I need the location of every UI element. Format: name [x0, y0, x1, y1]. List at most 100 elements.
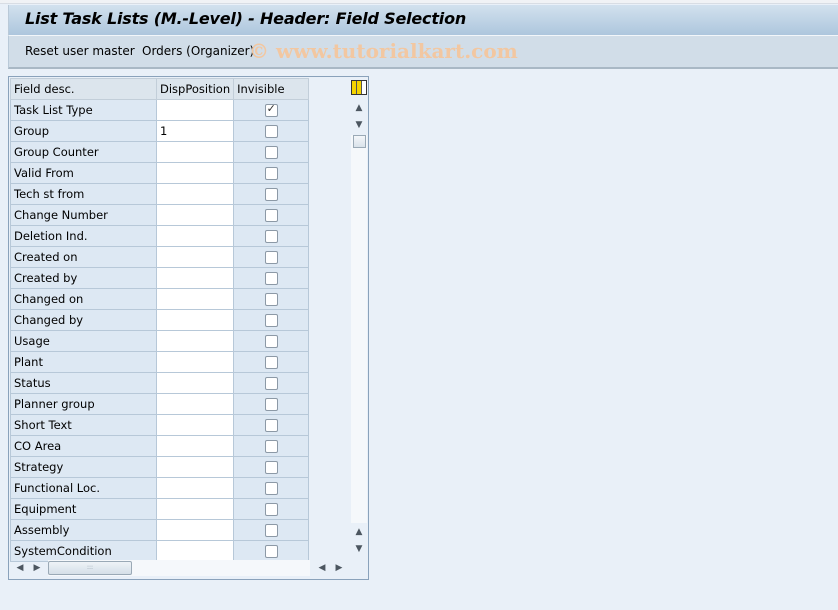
column-header-invisible[interactable]: Invisible: [233, 78, 310, 100]
invisible-cell: [233, 120, 310, 142]
field-desc-cell: Planner group: [10, 393, 157, 415]
disp-position-input[interactable]: [155, 141, 235, 163]
table-row: Valid From: [10, 162, 310, 184]
vertical-scroll-thumb[interactable]: [353, 135, 366, 148]
invisible-checkbox[interactable]: [264, 398, 278, 411]
table-row: Usage: [10, 330, 310, 352]
column-header-field-desc[interactable]: Field desc.: [10, 78, 157, 100]
field-desc-cell: Functional Loc.: [10, 477, 157, 499]
invisible-checkbox[interactable]: [264, 125, 278, 138]
disp-position-input[interactable]: [155, 477, 235, 499]
scroll-down-icon[interactable]: ▼: [351, 117, 367, 133]
invisible-cell: [233, 267, 310, 289]
invisible-cell: [233, 393, 310, 415]
disp-position-input[interactable]: [155, 204, 235, 226]
horizontal-scroll-track[interactable]: :::: [48, 560, 310, 576]
field-desc-cell: Status: [10, 372, 157, 394]
column-header-disp-position[interactable]: DispPosition: [155, 78, 235, 100]
invisible-cell: [233, 246, 310, 268]
invisible-cell: [233, 183, 310, 205]
table-row: Assembly: [10, 519, 310, 541]
invisible-checkbox[interactable]: [264, 545, 278, 558]
invisible-checkbox[interactable]: [264, 146, 278, 159]
field-desc-cell: Task List Type: [10, 99, 157, 121]
table-row: Short Text: [10, 414, 310, 436]
invisible-checkbox[interactable]: [264, 167, 278, 180]
field-desc-cell: Deletion Ind.: [10, 225, 157, 247]
orders-organizer-button[interactable]: Orders (Organizer): [142, 44, 254, 58]
invisible-checkbox[interactable]: [264, 419, 278, 432]
disp-position-input[interactable]: [155, 393, 235, 415]
field-desc-cell: Changed on: [10, 288, 157, 310]
scroll-page-up-icon[interactable]: ▲: [351, 524, 367, 540]
invisible-checkbox[interactable]: [264, 209, 278, 222]
invisible-checkbox[interactable]: [264, 272, 278, 285]
scroll-right-fixed-icon[interactable]: ▶: [332, 560, 346, 576]
invisible-cell: [233, 351, 310, 373]
horizontal-scrollbar[interactable]: ◀ ▶ ::: ◀ ▶: [10, 559, 350, 577]
disp-position-input[interactable]: [155, 267, 235, 289]
invisible-checkbox[interactable]: [264, 335, 278, 348]
field-desc-cell: Assembly: [10, 519, 157, 541]
invisible-checkbox[interactable]: [264, 440, 278, 453]
invisible-cell: [233, 309, 310, 331]
disp-position-input[interactable]: [155, 414, 235, 436]
invisible-checkbox[interactable]: [264, 314, 278, 327]
invisible-checkbox[interactable]: [264, 293, 278, 306]
invisible-checkbox[interactable]: [264, 524, 278, 537]
scroll-right-icon[interactable]: ▶: [30, 560, 44, 576]
watermark: © www.tutorialkart.com: [249, 39, 518, 63]
disp-position-input[interactable]: [155, 330, 235, 352]
vertical-scroll-track[interactable]: [351, 135, 367, 523]
disp-position-input[interactable]: [155, 183, 235, 205]
field-desc-cell: CO Area: [10, 435, 157, 457]
reset-user-master-button[interactable]: Reset user master: [25, 44, 135, 58]
disp-position-input[interactable]: [155, 351, 235, 373]
field-desc-cell: Created on: [10, 246, 157, 268]
window-top-border: [0, 0, 838, 4]
field-desc-cell: Tech st from: [10, 183, 157, 205]
vertical-scrollbar[interactable]: ▲ ▼ ▲ ▼: [350, 77, 368, 561]
table-row: Group 1: [10, 120, 310, 142]
disp-position-input[interactable]: [155, 435, 235, 457]
scroll-left-icon[interactable]: ◀: [13, 560, 27, 576]
disp-position-input[interactable]: [155, 288, 235, 310]
disp-position-input[interactable]: 1: [155, 120, 235, 142]
scroll-left-fixed-icon[interactable]: ◀: [315, 560, 329, 576]
invisible-checkbox[interactable]: ✓: [264, 102, 278, 117]
invisible-checkbox[interactable]: [264, 251, 278, 264]
disp-position-input[interactable]: [155, 456, 235, 478]
disp-position-input[interactable]: [155, 498, 235, 520]
invisible-checkbox[interactable]: [264, 188, 278, 201]
page-title: List Task Lists (M.-Level) - Header: Fie…: [25, 9, 467, 28]
scroll-up-icon[interactable]: ▲: [351, 100, 367, 116]
disp-position-input[interactable]: [155, 246, 235, 268]
disp-position-input[interactable]: [155, 99, 235, 121]
invisible-checkbox[interactable]: [264, 461, 278, 474]
field-desc-cell: Strategy: [10, 456, 157, 478]
field-desc-cell: Change Number: [10, 204, 157, 226]
disp-position-input[interactable]: [155, 372, 235, 394]
invisible-checkbox[interactable]: [264, 356, 278, 369]
invisible-cell: [233, 141, 310, 163]
invisible-cell: [233, 204, 310, 226]
disp-position-input[interactable]: [155, 519, 235, 541]
checkmark-icon: ✓: [266, 102, 276, 115]
scroll-page-down-icon[interactable]: ▼: [351, 541, 367, 557]
invisible-checkbox[interactable]: [264, 377, 278, 390]
disp-position-input[interactable]: [155, 225, 235, 247]
horizontal-scroll-thumb[interactable]: :::: [48, 561, 132, 575]
table-row: CO Area: [10, 435, 310, 457]
invisible-cell: [233, 435, 310, 457]
invisible-checkbox[interactable]: [264, 230, 278, 243]
invisible-checkbox[interactable]: [264, 503, 278, 516]
invisible-cell: [233, 456, 310, 478]
table-row: Task List Type ✓: [10, 99, 310, 121]
invisible-cell: [233, 225, 310, 247]
disp-position-input[interactable]: [155, 162, 235, 184]
table-row: Tech st from: [10, 183, 310, 205]
invisible-checkbox[interactable]: [264, 482, 278, 495]
invisible-cell: ✓: [233, 99, 310, 121]
table-settings-icon[interactable]: [351, 80, 367, 95]
disp-position-input[interactable]: [155, 309, 235, 331]
